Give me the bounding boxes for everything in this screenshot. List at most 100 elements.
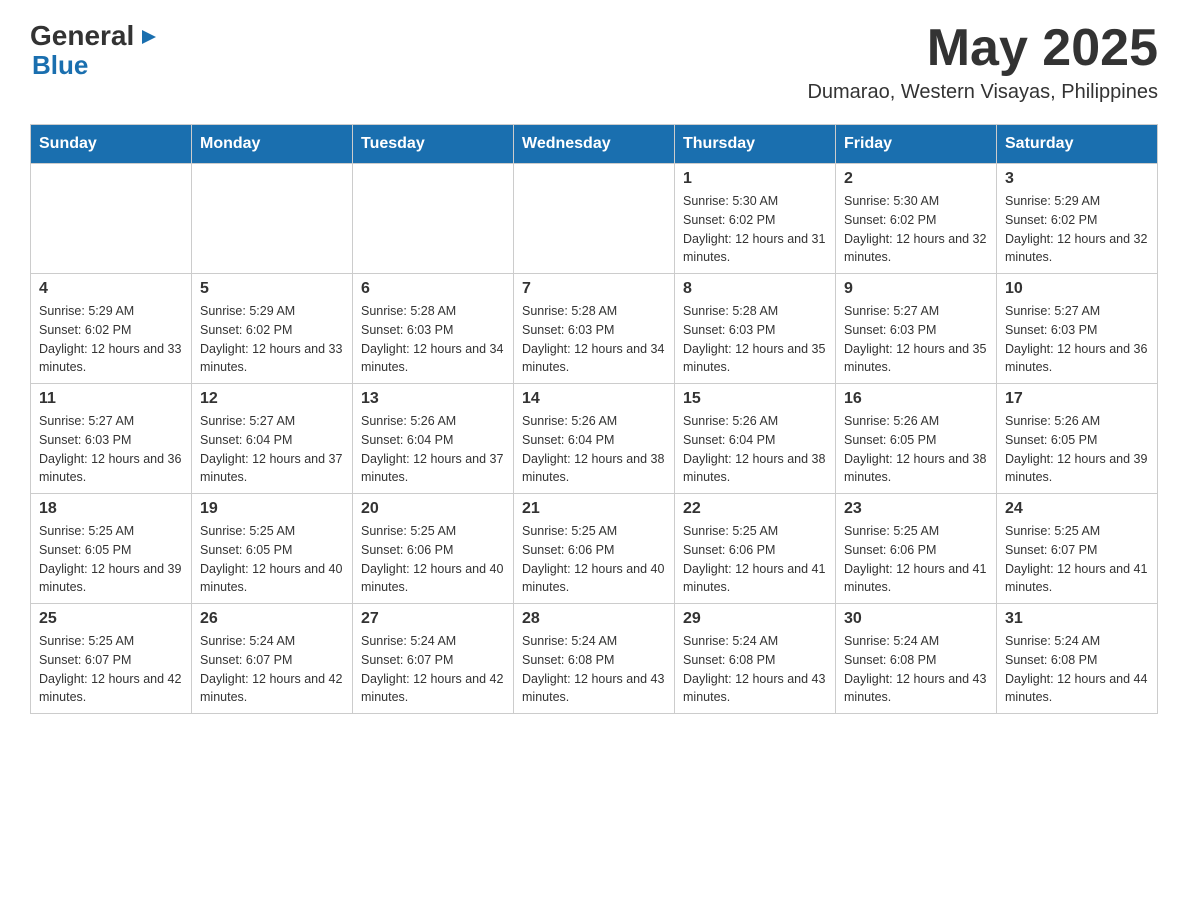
day-number: 29	[683, 610, 827, 628]
header-monday: Monday	[192, 125, 353, 164]
day-info: Sunrise: 5:26 AMSunset: 6:04 PMDaylight:…	[361, 412, 505, 487]
header-wednesday: Wednesday	[514, 125, 675, 164]
table-row: 16Sunrise: 5:26 AMSunset: 6:05 PMDayligh…	[836, 384, 997, 494]
table-row: 13 Sunrise: 5:26 AMSunset: 6:04 PMDayligh…	[353, 384, 514, 494]
day-info: Sunrise: 5:25 AMSunset: 6:06 PMDaylight:…	[844, 522, 988, 597]
day-info: Sunrise: 5:25 AMSunset: 6:06 PMDaylight:…	[522, 522, 666, 597]
day-info: Sunrise: 5:25 AMSunset: 6:05 PMDaylight:…	[200, 522, 344, 597]
day-info: Sunrise: 5:25 AMSunset: 6:07 PMDaylight:…	[39, 632, 183, 707]
logo-general-text: General	[30, 20, 134, 52]
day-info: Sunrise: 5:24 AMSunset: 6:08 PMDaylight:…	[522, 632, 666, 707]
day-number: 12	[200, 390, 344, 408]
table-row: 25 Sunrise: 5:25 AMSunset: 6:07 PMDayligh…	[31, 604, 192, 714]
day-info: Sunrise: 5:29 AMSunset: 6:02 PMDaylight:…	[200, 302, 344, 377]
table-row: 15Sunrise: 5:26 AMSunset: 6:04 PMDayligh…	[675, 384, 836, 494]
logo-blue-text: Blue	[32, 52, 88, 78]
table-row: 22 Sunrise: 5:25 AMSunset: 6:06 PMDayligh…	[675, 494, 836, 604]
calendar-week-row: 25 Sunrise: 5:25 AMSunset: 6:07 PMDayligh…	[31, 604, 1158, 714]
day-info: Sunrise: 5:28 AMSunset: 6:03 PMDaylight:…	[361, 302, 505, 377]
table-row	[192, 164, 353, 274]
day-number: 30	[844, 610, 988, 628]
day-number: 2	[844, 170, 988, 188]
day-number: 16	[844, 390, 988, 408]
day-number: 19	[200, 500, 344, 518]
table-row: 23 Sunrise: 5:25 AMSunset: 6:06 PMDayligh…	[836, 494, 997, 604]
table-row: 9Sunrise: 5:27 AMSunset: 6:03 PMDaylight…	[836, 274, 997, 384]
header-friday: Friday	[836, 125, 997, 164]
day-info: Sunrise: 5:24 AMSunset: 6:08 PMDaylight:…	[844, 632, 988, 707]
day-number: 9	[844, 280, 988, 298]
day-number: 14	[522, 390, 666, 408]
day-number: 24	[1005, 500, 1149, 518]
day-info: Sunrise: 5:30 AMSunset: 6:02 PMDaylight:…	[683, 192, 827, 267]
day-info: Sunrise: 5:24 AMSunset: 6:08 PMDaylight:…	[683, 632, 827, 707]
day-number: 26	[200, 610, 344, 628]
header-tuesday: Tuesday	[353, 125, 514, 164]
table-row: 17Sunrise: 5:26 AMSunset: 6:05 PMDayligh…	[997, 384, 1158, 494]
table-row: 6 Sunrise: 5:28 AMSunset: 6:03 PMDaylight…	[353, 274, 514, 384]
table-row: 24 Sunrise: 5:25 AMSunset: 6:07 PMDayligh…	[997, 494, 1158, 604]
table-row: 1 Sunrise: 5:30 AMSunset: 6:02 PMDaylight…	[675, 164, 836, 274]
day-number: 22	[683, 500, 827, 518]
logo-triangle-icon	[136, 26, 158, 48]
table-row	[514, 164, 675, 274]
table-row: 19 Sunrise: 5:25 AMSunset: 6:05 PMDayligh…	[192, 494, 353, 604]
day-info: Sunrise: 5:26 AMSunset: 6:04 PMDaylight:…	[683, 412, 827, 487]
calendar-week-row: 18Sunrise: 5:25 AMSunset: 6:05 PMDayligh…	[31, 494, 1158, 604]
day-info: Sunrise: 5:27 AMSunset: 6:03 PMDaylight:…	[1005, 302, 1149, 377]
day-number: 10	[1005, 280, 1149, 298]
day-number: 31	[1005, 610, 1149, 628]
day-number: 23	[844, 500, 988, 518]
table-row: 20 Sunrise: 5:25 AMSunset: 6:06 PMDayligh…	[353, 494, 514, 604]
day-info: Sunrise: 5:28 AMSunset: 6:03 PMDaylight:…	[522, 302, 666, 377]
table-row: 10 Sunrise: 5:27 AMSunset: 6:03 PMDayligh…	[997, 274, 1158, 384]
day-number: 11	[39, 390, 183, 408]
day-number: 25	[39, 610, 183, 628]
table-row: 3 Sunrise: 5:29 AMSunset: 6:02 PMDaylight…	[997, 164, 1158, 274]
day-number: 21	[522, 500, 666, 518]
day-number: 13	[361, 390, 505, 408]
table-row: 2 Sunrise: 5:30 AMSunset: 6:02 PMDaylight…	[836, 164, 997, 274]
table-row: 5 Sunrise: 5:29 AMSunset: 6:02 PMDaylight…	[192, 274, 353, 384]
day-number: 5	[200, 280, 344, 298]
table-row: 28Sunrise: 5:24 AMSunset: 6:08 PMDayligh…	[514, 604, 675, 714]
month-title: May 2025	[807, 20, 1158, 77]
table-row: 21 Sunrise: 5:25 AMSunset: 6:06 PMDayligh…	[514, 494, 675, 604]
table-row: 18Sunrise: 5:25 AMSunset: 6:05 PMDayligh…	[31, 494, 192, 604]
table-row: 30 Sunrise: 5:24 AMSunset: 6:08 PMDayligh…	[836, 604, 997, 714]
day-number: 20	[361, 500, 505, 518]
day-info: Sunrise: 5:27 AMSunset: 6:04 PMDaylight:…	[200, 412, 344, 487]
day-info: Sunrise: 5:24 AMSunset: 6:08 PMDaylight:…	[1005, 632, 1149, 707]
calendar-table: Sunday Monday Tuesday Wednesday Thursday…	[30, 124, 1158, 714]
day-number: 1	[683, 170, 827, 188]
header-saturday: Saturday	[997, 125, 1158, 164]
table-row	[31, 164, 192, 274]
day-info: Sunrise: 5:25 AMSunset: 6:06 PMDaylight:…	[361, 522, 505, 597]
day-info: Sunrise: 5:26 AMSunset: 6:05 PMDaylight:…	[1005, 412, 1149, 487]
day-number: 3	[1005, 170, 1149, 188]
page-header: General Blue May 2025 Dumarao, Western V…	[30, 20, 1158, 104]
table-row: 11 Sunrise: 5:27 AMSunset: 6:03 PMDayligh…	[31, 384, 192, 494]
table-row: 29 Sunrise: 5:24 AMSunset: 6:08 PMDayligh…	[675, 604, 836, 714]
table-row: 8Sunrise: 5:28 AMSunset: 6:03 PMDaylight…	[675, 274, 836, 384]
calendar-week-row: 11 Sunrise: 5:27 AMSunset: 6:03 PMDayligh…	[31, 384, 1158, 494]
title-area: May 2025 Dumarao, Western Visayas, Phili…	[807, 20, 1158, 104]
day-number: 4	[39, 280, 183, 298]
day-info: Sunrise: 5:24 AMSunset: 6:07 PMDaylight:…	[361, 632, 505, 707]
table-row: 14 Sunrise: 5:26 AMSunset: 6:04 PMDayligh…	[514, 384, 675, 494]
day-info: Sunrise: 5:29 AMSunset: 6:02 PMDaylight:…	[39, 302, 183, 377]
day-info: Sunrise: 5:25 AMSunset: 6:06 PMDaylight:…	[683, 522, 827, 597]
day-info: Sunrise: 5:25 AMSunset: 6:07 PMDaylight:…	[1005, 522, 1149, 597]
header-thursday: Thursday	[675, 125, 836, 164]
table-row: 27Sunrise: 5:24 AMSunset: 6:07 PMDayligh…	[353, 604, 514, 714]
day-info: Sunrise: 5:26 AMSunset: 6:04 PMDaylight:…	[522, 412, 666, 487]
day-info: Sunrise: 5:29 AMSunset: 6:02 PMDaylight:…	[1005, 192, 1149, 267]
calendar-header-row: Sunday Monday Tuesday Wednesday Thursday…	[31, 125, 1158, 164]
day-info: Sunrise: 5:30 AMSunset: 6:02 PMDaylight:…	[844, 192, 988, 267]
calendar-week-row: 1 Sunrise: 5:30 AMSunset: 6:02 PMDaylight…	[31, 164, 1158, 274]
day-info: Sunrise: 5:24 AMSunset: 6:07 PMDaylight:…	[200, 632, 344, 707]
day-info: Sunrise: 5:27 AMSunset: 6:03 PMDaylight:…	[39, 412, 183, 487]
day-number: 6	[361, 280, 505, 298]
day-number: 7	[522, 280, 666, 298]
calendar-week-row: 4 Sunrise: 5:29 AMSunset: 6:02 PMDaylight…	[31, 274, 1158, 384]
